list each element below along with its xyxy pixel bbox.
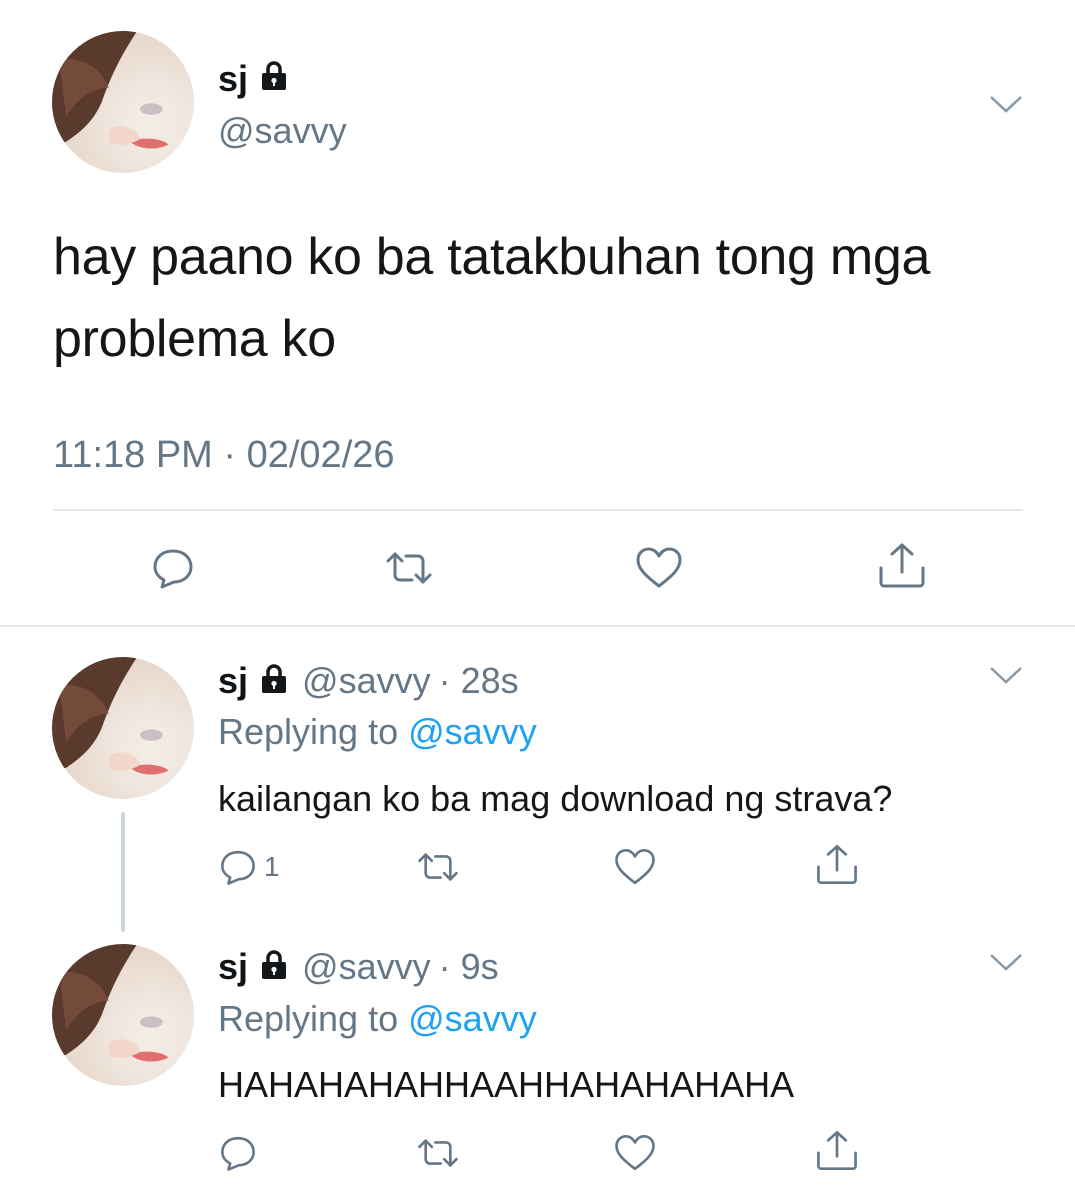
lock-icon	[258, 60, 290, 97]
share-upload-icon	[817, 1131, 857, 1171]
heart-icon	[615, 848, 655, 885]
retweet-button[interactable]	[384, 545, 434, 591]
share-upload-icon	[817, 845, 857, 885]
display-name[interactable]: sj	[218, 60, 248, 97]
tweet-text: hay paano ko ba tatakbuhan tong mga prob…	[53, 216, 1043, 380]
replying-to-label: Replying to	[218, 711, 399, 752]
avatar-photo	[52, 31, 169, 149]
speech-bubble-icon	[221, 1136, 255, 1171]
handle[interactable]: @savvy	[218, 110, 347, 152]
replying-to: Replying to @savvy	[218, 711, 537, 753]
avatar[interactable]	[52, 657, 194, 799]
retweet-arrows-icon	[386, 552, 432, 584]
reply-time[interactable]: · 9s	[439, 946, 499, 988]
replying-to-label: Replying to	[218, 998, 399, 1039]
speech-bubble-icon	[221, 850, 255, 885]
tweet-timestamp[interactable]: 11:18 PM · 02/02/26	[53, 434, 395, 477]
reply-text: HAHAHAHAHHAAHHAHAHAHAHA	[218, 1064, 795, 1105]
avatar-photo	[52, 657, 169, 775]
heart-icon	[636, 547, 682, 588]
reply-button[interactable]	[150, 545, 196, 591]
retweet-arrows-icon	[418, 853, 458, 881]
speech-bubble-icon	[153, 549, 193, 589]
divider	[53, 509, 1023, 511]
lock-icon	[258, 949, 290, 986]
reply-button[interactable]: 1	[218, 847, 280, 887]
reply-count: 1	[264, 851, 280, 882]
share-upload-icon	[879, 543, 925, 588]
display-name[interactable]: sj	[218, 949, 248, 985]
reply-text: kailangan ko ba mag download ng strava?	[218, 778, 893, 819]
handle[interactable]: @savvy	[302, 660, 431, 702]
like-button[interactable]	[613, 846, 657, 888]
chevron-down-icon[interactable]	[989, 665, 1023, 690]
handle[interactable]: @savvy	[302, 946, 431, 988]
share-button[interactable]	[814, 843, 860, 887]
chevron-down-icon[interactable]	[989, 952, 1023, 977]
lock-icon	[258, 663, 290, 700]
avatar-photo	[52, 944, 169, 1062]
replying-to-mention[interactable]: @savvy	[408, 711, 537, 752]
like-button[interactable]	[613, 1132, 657, 1174]
share-button[interactable]	[814, 1129, 860, 1173]
retweet-button[interactable]	[416, 1132, 460, 1174]
like-button[interactable]	[634, 545, 684, 591]
share-button[interactable]	[876, 542, 928, 590]
replying-to-mention[interactable]: @savvy	[408, 998, 537, 1039]
tweet-text-line: problema ko	[53, 310, 336, 368]
display-name[interactable]: sj	[218, 663, 248, 699]
replying-to: Replying to @savvy	[218, 998, 537, 1040]
heart-icon	[615, 1134, 655, 1171]
reply-button[interactable]	[218, 1133, 258, 1173]
avatar[interactable]	[52, 944, 194, 1086]
reply-time[interactable]: · 28s	[439, 660, 519, 702]
section-divider	[0, 625, 1075, 627]
thread-connector	[121, 812, 125, 932]
retweet-button[interactable]	[416, 846, 460, 888]
avatar[interactable]	[52, 31, 194, 173]
chevron-down-icon[interactable]	[989, 94, 1023, 119]
tweet-text-line: hay paano ko ba tatakbuhan tong mga	[53, 228, 931, 286]
retweet-arrows-icon	[418, 1139, 458, 1167]
